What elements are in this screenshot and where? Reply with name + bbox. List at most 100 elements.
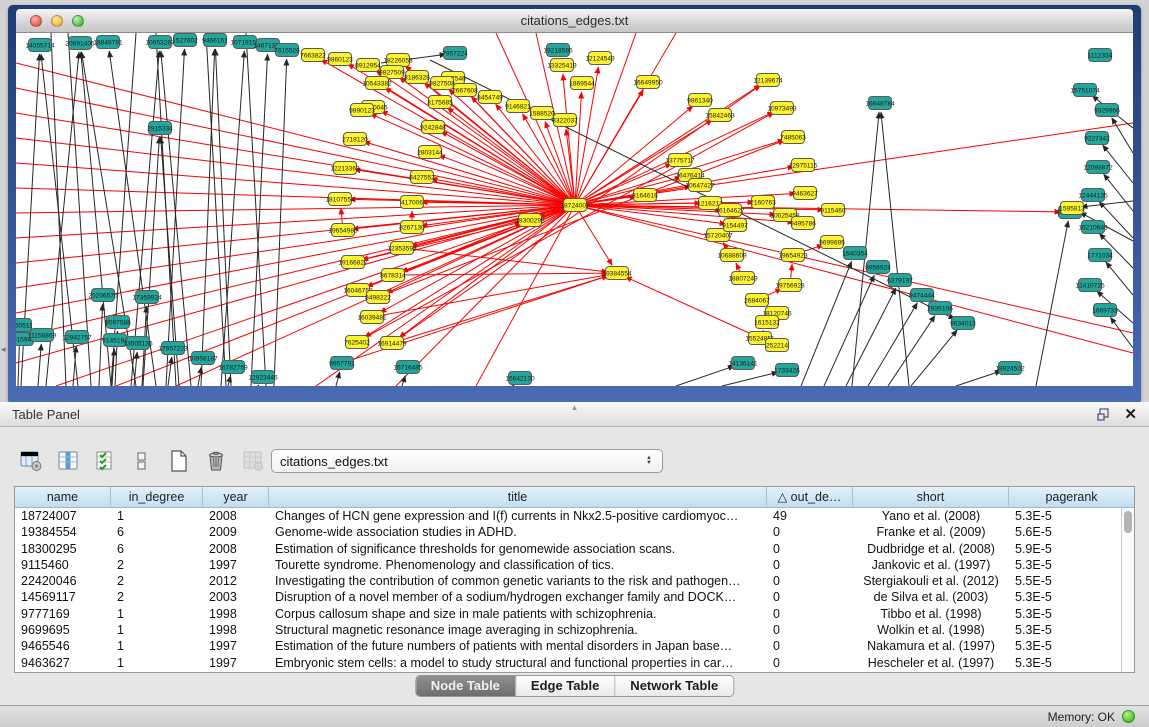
graph-edge[interactable] [16,88,575,205]
column-header[interactable]: short [853,487,1009,507]
graph-edge[interactable] [258,385,259,386]
table-cell[interactable]: Franke et al. (2009) [853,524,1009,540]
column-header[interactable]: in_degree [111,487,203,507]
network-canvas[interactable]: 1872400714055714206914061884978110653287… [16,33,1133,386]
graph-edge[interactable] [168,357,172,386]
table-cell[interactable]: 9465546 [15,638,111,654]
table-cell[interactable]: Dudbridge et al. (2008) [853,541,1009,557]
graph-edge[interactable] [1106,262,1133,295]
table-cell[interactable]: 19384554 [15,524,111,540]
graph-edge[interactable] [625,277,760,338]
table-cell[interactable]: 1 [111,655,203,671]
table-cell[interactable]: Estimation of significance thresholds fo… [269,541,767,557]
table-cell[interactable]: 5.6E-5 [1009,524,1134,540]
table-cell[interactable]: 1997 [203,638,269,654]
graph-edge[interactable] [16,205,575,338]
graph-edge[interactable] [16,205,575,288]
table-row[interactable]: 969969511998Structural magnetic resonanc… [15,622,1134,638]
table-cell[interactable]: 2012 [203,573,269,589]
graph-edge[interactable] [336,372,340,386]
table-cell[interactable]: Nakamura et al. (1997) [853,638,1009,654]
table-cell[interactable]: Changes of HCN gene expression and I(f) … [269,508,767,524]
table-cell[interactable]: 0 [767,638,853,654]
table-cell[interactable]: 0 [767,524,853,540]
table-cell[interactable]: 2009 [203,524,269,540]
table-row[interactable]: 946362711997Embryonic stem cells: a mode… [15,655,1134,671]
table-row[interactable]: 2242004622012Investigating the contribut… [15,573,1134,589]
column-header[interactable]: △ out_de… [767,487,853,507]
table-cell[interactable]: Structural magnetic resonance image aver… [269,622,767,638]
table-settings-button[interactable] [18,448,44,474]
table-cell[interactable]: 5.3E-5 [1009,508,1134,524]
tab-network-table[interactable]: Network Table [614,676,733,696]
delete-table-button[interactable] [203,448,229,474]
scrollbar-thumb[interactable] [1124,511,1132,533]
graph-edge[interactable] [161,51,191,386]
close-panel-icon[interactable]: ✕ [1124,407,1137,422]
table-cell[interactable]: 9699695 [15,622,111,638]
table-cell[interactable]: 0 [767,606,853,622]
table-cell[interactable]: 5.3E-5 [1009,589,1134,605]
graph-edge[interactable] [956,371,1001,386]
table-cell[interactable]: 9463627 [15,655,111,671]
table-cell[interactable]: Tourette syndrome. Phenomenology and cla… [269,557,767,573]
table-cell[interactable]: 1 [111,508,203,524]
column-chooser-button[interactable] [55,448,81,474]
tab-node-table[interactable]: Node Table [416,676,515,696]
graph-edge[interactable] [16,205,575,363]
table-row[interactable]: 1872400712008Changes of HCN gene express… [15,508,1134,524]
table-cell[interactable]: Embryonic stem cells: a model to study s… [269,655,767,671]
import-columns-button[interactable] [92,448,118,474]
table-cell[interactable]: Investigating the contribution of common… [269,573,767,589]
collapse-west-panel-icon[interactable]: ◂ [1,344,6,355]
graph-edge[interactable] [888,315,935,386]
graph-edge[interactable] [201,49,215,386]
float-panel-icon[interactable] [1097,408,1110,421]
table-cell[interactable]: 18300295 [15,541,111,557]
table-cell[interactable]: 5.3E-5 [1009,655,1134,671]
table-cell[interactable]: 6 [111,524,203,540]
table-cell[interactable]: 2008 [203,508,269,524]
table-cell[interactable]: 49 [767,508,853,524]
table-cell[interactable]: Tibbo et al. (1998) [853,606,1009,622]
table-cell[interactable]: 1997 [203,655,269,671]
table-row[interactable]: 1456911722003Disruption of a novel membe… [15,589,1134,605]
table-cell[interactable]: 2008 [203,541,269,557]
new-table-button[interactable] [166,448,192,474]
column-header[interactable]: title [269,487,767,507]
table-row[interactable]: 946554611997Estimation of the future num… [15,638,1134,654]
splitter-handle-icon[interactable]: ▲ [571,403,579,412]
table-cell[interactable]: 2 [111,573,203,589]
table-vertical-scrollbar[interactable] [1121,508,1134,672]
graph-edge[interactable] [846,288,896,386]
graph-edge[interactable] [563,74,575,205]
graph-edge[interactable] [1036,221,1068,386]
table-cell[interactable]: 5.3E-5 [1009,622,1134,638]
graph-edge[interactable] [392,276,608,343]
tab-edge-table[interactable]: Edge Table [515,676,614,696]
network-window-titlebar[interactable]: citations_edges.txt [16,9,1133,33]
table-cell[interactable]: 5.3E-5 [1009,606,1134,622]
table-cell[interactable]: 1998 [203,606,269,622]
table-cell[interactable]: 22420046 [15,573,111,589]
table-cell[interactable]: de Silva et al. (2003) [853,589,1009,605]
graph-edge[interactable] [156,33,176,386]
graph-edge[interactable] [1104,174,1133,211]
graph-edge[interactable] [16,188,575,205]
column-header[interactable]: name [15,487,111,507]
table-cell[interactable]: 0 [767,589,853,605]
graph-edge[interactable] [99,304,103,386]
table-cell[interactable]: 6 [111,541,203,557]
graph-edge[interactable] [911,330,957,386]
graph-edge[interactable] [676,366,734,386]
table-cell[interactable]: 5.3E-5 [1009,638,1134,654]
table-cell[interactable]: 1 [111,606,203,622]
graph-edge[interactable] [16,205,575,213]
graph-edge[interactable] [868,303,917,386]
table-cell[interactable]: 1 [111,638,203,654]
table-cell[interactable]: 9777169 [15,606,111,622]
table-cell[interactable]: 18724007 [15,508,111,524]
graph-edge[interactable] [251,54,268,386]
graph-edge[interactable] [402,376,405,386]
table-cell[interactable]: 5.9E-5 [1009,541,1134,557]
